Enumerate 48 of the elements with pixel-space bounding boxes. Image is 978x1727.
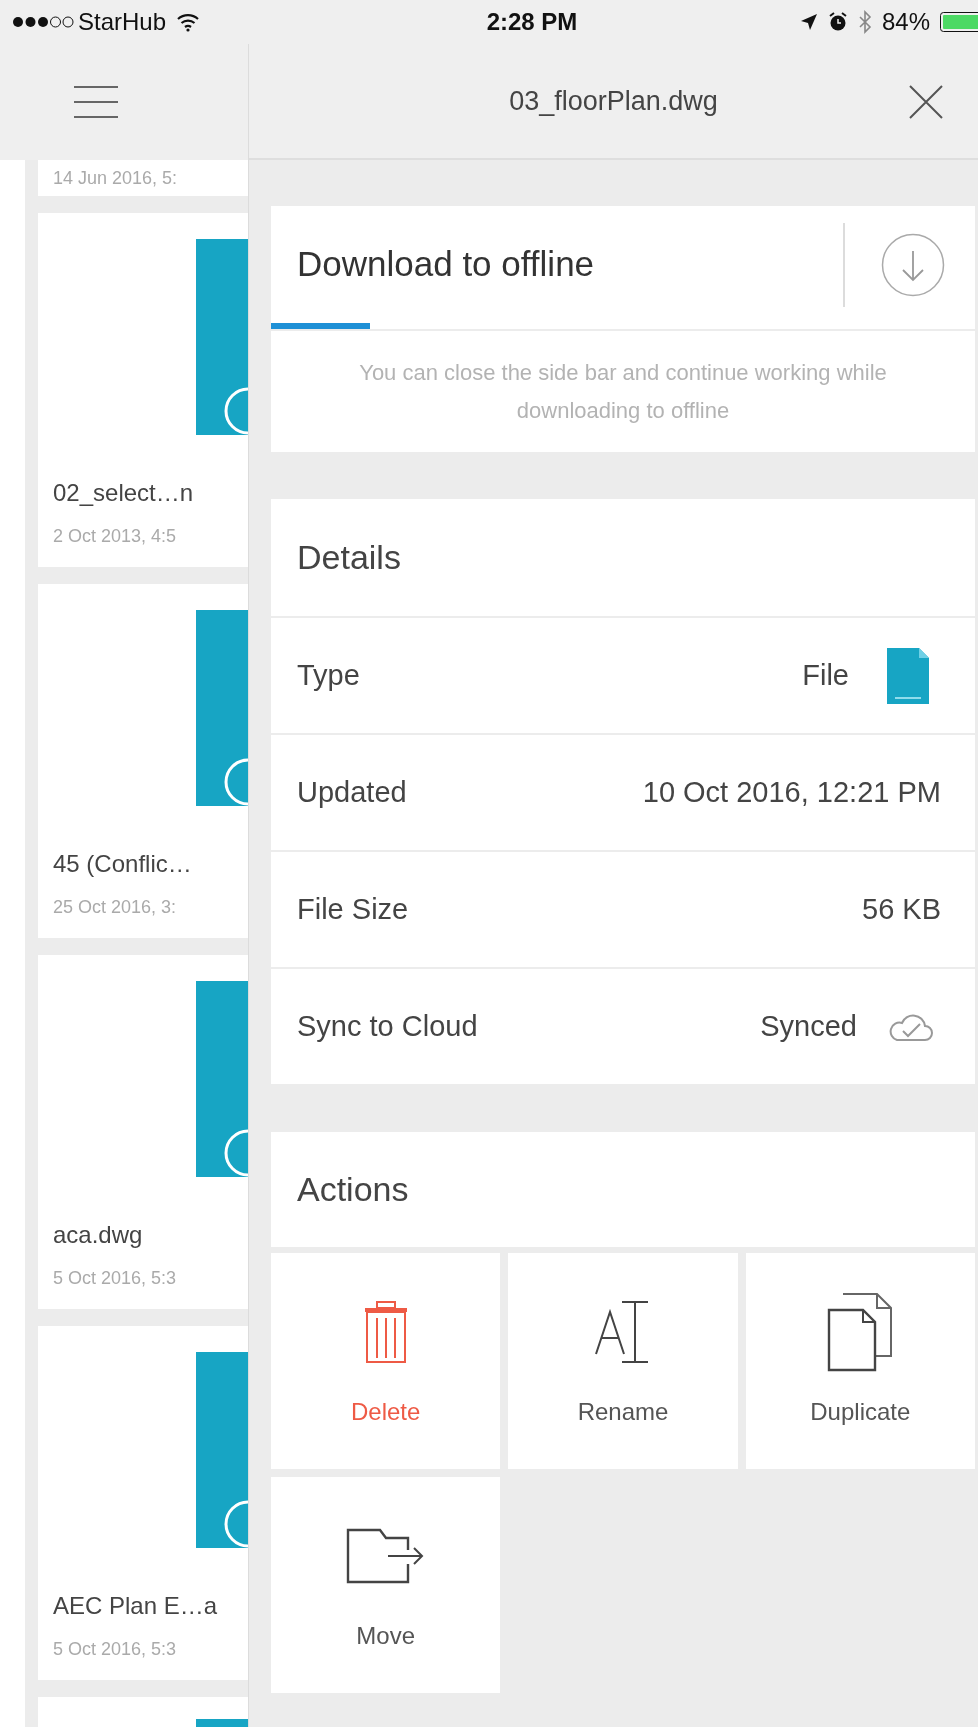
action-tile[interactable]: Rename bbox=[508, 1253, 738, 1469]
bluetooth-icon bbox=[857, 10, 872, 34]
download-row[interactable]: Download to offline bbox=[271, 206, 975, 323]
carrier-name: StarHub bbox=[78, 7, 167, 37]
file-thumbnail-icon bbox=[196, 239, 248, 435]
file-date: 5 Oct 2016, 5:3 bbox=[53, 1638, 178, 1661]
trash-icon bbox=[362, 1300, 409, 1364]
file-date: 14 Jun 2016, 5: bbox=[53, 167, 178, 190]
dwg-file-icon bbox=[887, 647, 929, 704]
file-name: 45 (Conflic… bbox=[53, 849, 193, 879]
file-card[interactable]: AEC Plan E…a 5 Oct 2016, 5:3 bbox=[38, 1326, 248, 1680]
action-tile[interactable]: Move bbox=[271, 1477, 501, 1693]
detail-label: Type bbox=[297, 657, 360, 693]
file-thumbnail-icon bbox=[196, 981, 248, 1177]
alarm-icon bbox=[827, 12, 848, 32]
file-name: AEC Plan E…a bbox=[53, 1591, 219, 1621]
folder-arrow-icon bbox=[345, 1528, 426, 1584]
file-thumbnail-icon bbox=[196, 1352, 248, 1548]
detail-value: 10 Oct 2016, 12:21 PM bbox=[642, 774, 941, 810]
close-icon[interactable] bbox=[908, 84, 944, 120]
section-heading: Details bbox=[297, 537, 401, 578]
detail-label: Sync to Cloud bbox=[297, 1008, 478, 1044]
file-date: 5 Oct 2016, 5:3 bbox=[53, 1267, 178, 1290]
download-note: You can close the side bar and continue working while downloading to offline bbox=[358, 358, 888, 425]
section-heading: Actions bbox=[297, 1169, 409, 1210]
signal-icon bbox=[12, 15, 74, 29]
download-label: Download to offline bbox=[297, 243, 595, 286]
detail-label: File Size bbox=[297, 891, 409, 927]
detail-value: File bbox=[802, 657, 849, 693]
copy-icon bbox=[827, 1292, 894, 1372]
file-card[interactable]: aca.dwg 5 Oct 2016, 5:3 bbox=[38, 955, 248, 1309]
file-card[interactable]: 45 (Conflic… 25 Oct 2016, 3: bbox=[38, 584, 248, 938]
file-card[interactable]: 02_select…n 2 Oct 2013, 4:5 bbox=[38, 213, 248, 567]
detail-label: Updated bbox=[297, 774, 407, 810]
file-name: aca.dwg bbox=[53, 1220, 144, 1250]
location-arrow-icon bbox=[799, 13, 818, 31]
action-tile[interactable]: Duplicate bbox=[745, 1253, 975, 1469]
wifi-icon bbox=[176, 12, 201, 32]
panel-title: 03_floorPlan.dwg bbox=[509, 84, 718, 118]
file-name: 02_select…n bbox=[53, 478, 195, 508]
detail-value: Synced bbox=[760, 1008, 857, 1044]
detail-value: 56 KB bbox=[862, 891, 941, 927]
file-date: 25 Oct 2016, 3: bbox=[53, 896, 178, 919]
menu-icon[interactable] bbox=[73, 85, 119, 119]
file-date: 2 Oct 2013, 4:5 bbox=[53, 525, 178, 548]
clock-time: 2:28 PM bbox=[485, 7, 579, 37]
battery-percent: 84% bbox=[881, 7, 930, 37]
file-thumbnail-icon bbox=[196, 610, 248, 806]
